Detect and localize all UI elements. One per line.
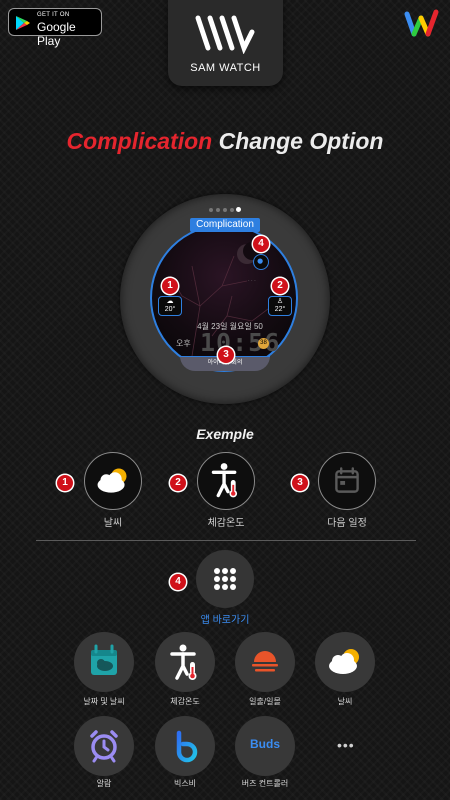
page-dot [230,208,234,212]
date-weather-icon [91,644,117,675]
option-alarm[interactable] [74,716,134,776]
example-marker-2: 2 [170,475,186,491]
title-highlight: Complication [66,128,213,154]
page-dot-active [236,207,241,212]
weather-icon [97,468,127,493]
option-date-weather[interactable] [74,632,134,692]
example-feels-like[interactable] [197,452,255,510]
option-label-weather: 날씨 [337,697,353,706]
feels-like-icon: ♙ [276,298,284,305]
google-play-badge[interactable]: GET IT ON Google Play [8,8,102,48]
complication-label: Complication [190,218,260,232]
sam-watch-logo: SAM WATCH [168,0,283,86]
title-rest: Change Option [218,128,384,154]
option-label-alarm: 알람 [96,779,112,788]
option-label-bixby: 빅스비 [173,779,197,788]
feels-like-icon [170,644,197,680]
example-marker-3: 3 [292,475,308,491]
option-sunrise-sunset[interactable] [235,632,295,692]
bixby-icon [176,730,198,763]
alarm-icon [90,730,118,763]
option-feels-like[interactable] [155,632,215,692]
google-play-icon [16,16,30,30]
page-indicator [209,207,249,214]
badge-small-text: GET IT ON [37,12,70,18]
page-dot [216,208,220,212]
marker-4: 4 [253,236,269,252]
option-label-date-weather: 날짜 및 날씨 [83,697,125,706]
example-label-feels-like: 체감온도 [207,518,245,529]
option-label-buds-controller: 버즈 컨트롤러 [241,779,289,788]
option-label-sunrise-sunset: 일출/일몰 [249,697,281,706]
feels-like-icon [211,463,238,498]
badge-store-name: Google Play [37,20,76,48]
example-title: Exemple [196,426,254,442]
option-weather[interactable] [315,632,375,692]
brand-w-icon [404,9,439,37]
face-small-text: · · · [248,278,256,284]
sam-watch-logo-mark-icon [195,15,255,54]
page-dot [223,208,227,212]
option-bixby[interactable] [155,716,215,776]
example-weather[interactable] [84,452,142,510]
option-buds-controller[interactable]: Buds [235,716,295,776]
app-shortcut-label: 앱 바로가기 [200,615,250,626]
example-label-next-schedule: 다음 일정 [327,518,367,529]
example-next-schedule[interactable] [318,452,376,510]
right-complication-slot[interactable]: ♙ 22° [268,296,292,316]
weather-icon: ☁ [166,298,174,305]
left-complication-slot[interactable]: ☁ 20° [158,296,182,316]
page-title: Complication Change Option [0,128,450,155]
marker-3: 3 [218,347,234,363]
face-ampm: 오후 [176,339,191,348]
shortcut-marker-4: 4 [170,574,186,590]
page-dot [209,208,213,212]
app-grid-icon [214,568,236,590]
buds-icon: Buds [250,737,280,751]
left-comp-value: 20° [164,306,176,313]
weather-icon [329,649,359,674]
section-divider [36,540,416,541]
marker-1: 1 [162,278,178,294]
more-options-icon[interactable]: ••• [337,737,355,753]
logo-text: SAM WATCH [190,62,261,74]
option-label-feels-like: 체감온도 [170,697,200,706]
shortcut-icon [257,258,263,264]
right-comp-value: 22° [274,306,286,313]
face-seconds: 38 [258,338,269,349]
top-complication-slot[interactable] [253,254,269,270]
sunrise-sunset-icon [252,651,278,672]
calendar-icon [335,467,359,493]
example-marker-1: 1 [57,475,73,491]
example-label-weather: 날씨 [103,518,123,529]
app-shortcut-button[interactable] [196,550,254,608]
marker-2: 2 [272,278,288,294]
